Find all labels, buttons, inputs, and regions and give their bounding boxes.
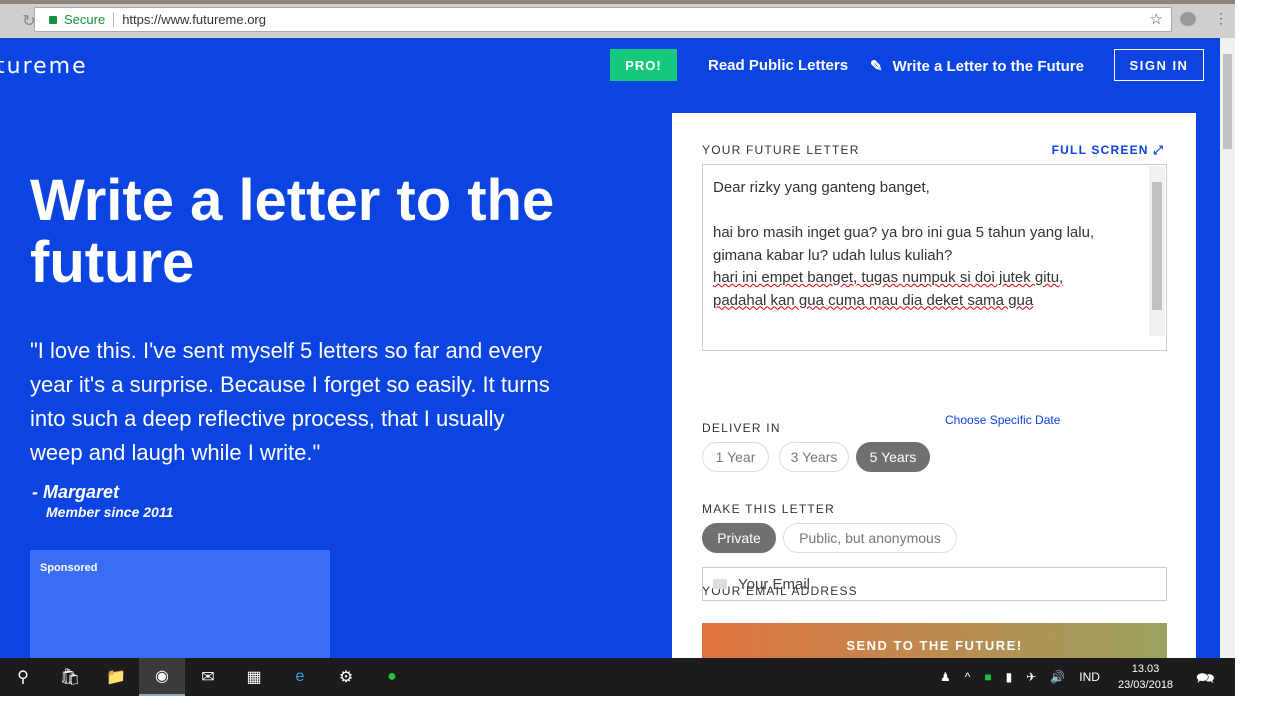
edge-icon[interactable]: e bbox=[277, 658, 323, 696]
notification-icon[interactable]: 🗪 bbox=[1196, 668, 1215, 693]
textarea-scrollbar[interactable] bbox=[1149, 166, 1165, 336]
line-icon[interactable]: ● bbox=[369, 658, 415, 696]
letter-line: Dear rizky yang ganteng banget, bbox=[713, 179, 930, 196]
extension-icon[interactable] bbox=[1180, 12, 1196, 26]
sign-in-button[interactable]: SIGN IN bbox=[1114, 49, 1204, 81]
lock-icon bbox=[49, 15, 57, 24]
expand-icon: ⤢ bbox=[1153, 143, 1164, 157]
letter-form: YOUR FUTURE LETTER FULL SCREEN ⤢ Dear ri… bbox=[672, 113, 1196, 658]
letter-line: gimana kabar lu? udah lulus kuliah? bbox=[713, 246, 953, 264]
privacy-private[interactable]: Private bbox=[702, 523, 776, 553]
testimonial-quote: "I love this. I've sent myself 5 letters… bbox=[30, 338, 550, 465]
sponsored-ad[interactable]: Sponsored bbox=[30, 550, 330, 658]
choose-specific-date-link[interactable]: Choose Specific Date bbox=[945, 413, 1060, 427]
email-placeholder: Your Email bbox=[738, 575, 810, 593]
mail-icon[interactable]: ✉ bbox=[185, 658, 231, 696]
settings-icon[interactable]: ⚙ bbox=[323, 658, 369, 696]
language-indicator[interactable]: IND bbox=[1079, 670, 1100, 684]
testimonial-author: - Margaret bbox=[32, 482, 120, 502]
line-tray-icon[interactable]: ■ bbox=[984, 670, 991, 684]
volume-icon[interactable]: 🔊 bbox=[1050, 670, 1065, 684]
letter-label: YOUR FUTURE LETTER bbox=[702, 143, 860, 157]
privacy-label: MAKE THIS LETTER bbox=[702, 502, 836, 516]
scrollbar-thumb[interactable] bbox=[1223, 54, 1232, 149]
secure-label: Secure bbox=[64, 12, 106, 27]
hero-title: Write a letter to the future bbox=[30, 168, 555, 295]
logo[interactable]: tureme bbox=[0, 54, 88, 79]
deliver-label: DELIVER IN bbox=[702, 421, 781, 435]
letter-line: hari ini empet banget, tugas numpuk si d… bbox=[713, 269, 1064, 286]
search-icon[interactable]: ⚲ bbox=[0, 658, 46, 696]
time: 13.03 bbox=[1131, 663, 1160, 675]
file-explorer-icon[interactable]: 📁 bbox=[93, 658, 139, 696]
envelope-icon bbox=[713, 579, 727, 589]
deliver-1-year[interactable]: 1 Year bbox=[702, 442, 769, 472]
pro-button[interactable]: PRO! bbox=[610, 49, 677, 81]
full-screen-label: FULL SCREEN bbox=[1051, 143, 1149, 157]
menu-icon[interactable]: ⋮ bbox=[1214, 10, 1228, 27]
deliver-3-years[interactable]: 3 Years bbox=[779, 442, 849, 472]
send-button[interactable]: SEND TO THE FUTURE! bbox=[702, 623, 1167, 658]
page: tureme PRO! Read Public Letters ✎ Write a… bbox=[0, 38, 1220, 658]
read-public-letters-link[interactable]: Read Public Letters bbox=[708, 57, 848, 74]
member-since: Member since 2011 bbox=[46, 504, 174, 520]
tab-strip bbox=[0, 0, 1235, 4]
deliver-5-years[interactable]: 5 Years bbox=[856, 442, 930, 472]
email-input[interactable]: Your Email bbox=[702, 567, 1167, 601]
battery-icon[interactable]: ▮ bbox=[1006, 670, 1013, 684]
address-bar[interactable]: Secure https://www.futureme.org ☆ bbox=[34, 7, 1172, 32]
divider bbox=[113, 12, 115, 27]
letter-line bbox=[713, 200, 1156, 223]
reload-icon[interactable]: ↻ bbox=[0, 11, 35, 31]
airplane-icon[interactable]: ✈ bbox=[1026, 670, 1036, 684]
people-icon[interactable]: ♟ bbox=[940, 670, 951, 684]
sponsored-label: Sponsored bbox=[40, 562, 98, 574]
calculator-icon[interactable]: ▦ bbox=[231, 658, 277, 696]
browser-toolbar: ↻ Secure https://www.futureme.org ☆ ⋮ bbox=[0, 0, 1235, 38]
store-icon[interactable]: 🛍 bbox=[47, 658, 93, 696]
write-letter-link[interactable]: ✎ Write a Letter to the Future bbox=[870, 57, 1084, 75]
full-screen-button[interactable]: FULL SCREEN ⤢ bbox=[1052, 143, 1164, 158]
letter-line: padahal kan gua cuma mau dia deket sama … bbox=[713, 291, 1034, 309]
chrome-icon[interactable]: ◉ bbox=[139, 658, 185, 696]
letter-textarea[interactable]: Dear rizky yang ganteng banget, hai bro … bbox=[702, 164, 1167, 351]
date: 23/03/2018 bbox=[1118, 679, 1174, 691]
write-letter-label: Write a Letter to the Future bbox=[892, 58, 1084, 75]
url-text[interactable]: https://www.futureme.org bbox=[122, 12, 266, 27]
letter-line: hai bro masih inget gua? ya bro ini gua … bbox=[713, 224, 1095, 241]
page-scrollbar[interactable] bbox=[1220, 38, 1235, 658]
system-tray: ♟ ^ ■ ▮ ✈ 🔊 IND bbox=[940, 658, 1100, 696]
clock[interactable]: 13.03 23/03/2018 bbox=[1118, 661, 1173, 693]
star-icon[interactable]: ☆ bbox=[1150, 10, 1163, 28]
chevron-up-icon[interactable]: ^ bbox=[965, 670, 971, 684]
pencil-icon: ✎ bbox=[870, 58, 883, 75]
privacy-public-anonymous[interactable]: Public, but anonymous bbox=[783, 523, 957, 553]
taskbar: ⚲ 🛍 📁 ◉ ✉ ▦ e ⚙ ● ♟ ^ ■ ▮ ✈ 🔊 IND 13.03 2… bbox=[0, 658, 1235, 696]
